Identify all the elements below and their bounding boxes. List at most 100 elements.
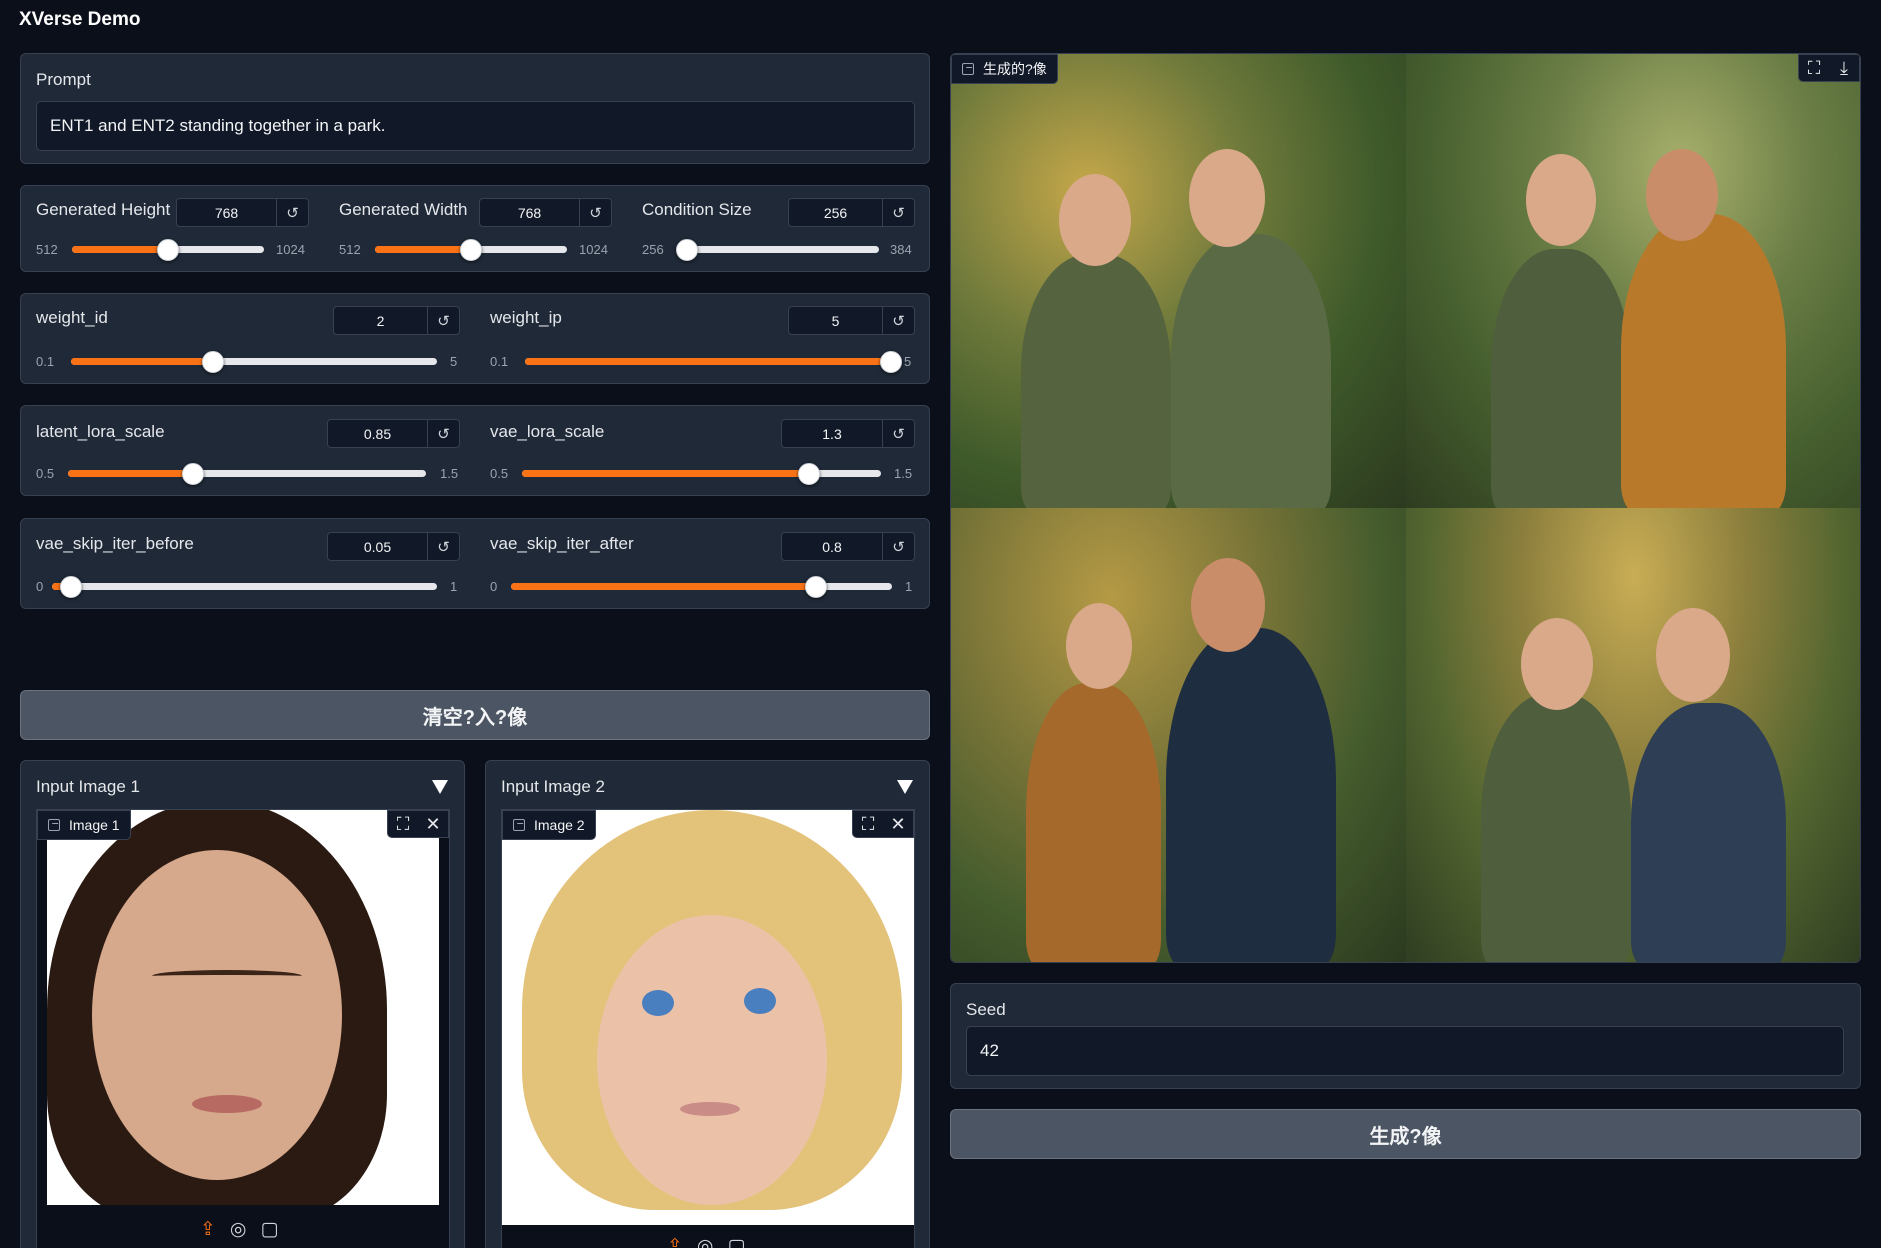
weight-ip-reset-icon[interactable]: ↺ (882, 307, 914, 334)
input-image-1-accordion: Input Image 1 Image 1 ⛶ ✕ ⇪ ◎ ▢ (20, 760, 465, 1248)
clipboard-icon[interactable]: ▢ (728, 1235, 746, 1248)
vae-skip-before-slider-track[interactable] (52, 576, 437, 598)
vae-lora-slider-thumb[interactable] (798, 463, 821, 485)
output-image-2[interactable] (1406, 54, 1860, 508)
vae-skip-after-slider-thumb[interactable] (804, 576, 827, 598)
fullscreen-icon[interactable]: ⛶ (1799, 54, 1829, 82)
vae-skip-before-slider-thumb[interactable] (60, 576, 83, 598)
clear-input-images-button[interactable]: 清空?入?像 (20, 690, 930, 740)
weight-id-reset-icon[interactable]: ↺ (427, 307, 459, 334)
webcam-icon[interactable]: ◎ (230, 1218, 247, 1241)
height-slider-thumb[interactable] (157, 239, 179, 261)
width-label: Generated Width (339, 200, 468, 219)
weight-ip-max: 5 (904, 354, 912, 369)
output-image-4[interactable] (1406, 508, 1860, 962)
height-slider-track[interactable] (72, 239, 264, 261)
vae-skip-before-number-input[interactable]: 0.05 ↺ (327, 532, 460, 561)
condition-value[interactable]: 256 (789, 199, 882, 226)
weight-id-slider-thumb[interactable] (202, 351, 224, 373)
output-gallery[interactable]: 生成的?像 ⛶ ⤓ (950, 53, 1861, 963)
woman-face (1066, 603, 1132, 689)
width-value[interactable]: 768 (480, 199, 579, 226)
vae-skip-after-slider-fill (511, 583, 816, 590)
weight-id-slider-track[interactable] (71, 351, 437, 373)
woman-right-jacket (1631, 703, 1786, 962)
width-reset-icon[interactable]: ↺ (579, 199, 611, 226)
weight-ip-value[interactable]: 5 (789, 307, 882, 334)
latent-lora-number-input[interactable]: 0.85 ↺ (327, 419, 460, 448)
download-icon[interactable]: ⤓ (1829, 54, 1859, 82)
upload-icon[interactable]: ⇪ (667, 1235, 683, 1248)
generate-image-button[interactable]: 生成?像 (950, 1109, 1861, 1159)
close-icon[interactable]: ✕ (883, 810, 913, 838)
vae-lora-slider-track[interactable] (522, 463, 881, 485)
vae-skip-after-slider-track[interactable] (511, 576, 892, 598)
height-label: Generated Height (36, 200, 171, 219)
latent-lora-slider-track[interactable] (68, 463, 426, 485)
clipboard-icon[interactable]: ▢ (261, 1218, 279, 1241)
height-reset-icon[interactable]: ↺ (276, 199, 308, 226)
output-tag: 生成的?像 (951, 54, 1058, 84)
condition-reset-icon[interactable]: ↺ (882, 199, 914, 226)
woman-face (1526, 154, 1596, 246)
height-max: 1024 (276, 242, 305, 257)
fullscreen-icon[interactable]: ⛶ (853, 810, 883, 838)
weight-id-slider-fill (71, 358, 213, 365)
vae-skip-before-reset-icon[interactable]: ↺ (427, 533, 459, 560)
condition-number-input[interactable]: 256 ↺ (788, 198, 915, 227)
latent-lora-slider-thumb[interactable] (182, 463, 205, 485)
upload-icon[interactable]: ⇪ (200, 1218, 216, 1241)
width-max: 1024 (579, 242, 608, 257)
vae-skip-before-value[interactable]: 0.05 (328, 533, 427, 560)
width-number-input[interactable]: 768 ↺ (479, 198, 612, 227)
height-number-input[interactable]: 768 ↺ (176, 198, 309, 227)
close-icon[interactable]: ✕ (418, 810, 448, 838)
vae-skip-before-label: vae_skip_iter_before (36, 534, 194, 553)
vae-skip-sliders-block: vae_skip_iter_before 0.05 ↺ 0 1 vae_skip… (20, 518, 930, 609)
input-image-2-title[interactable]: Input Image 2 (501, 777, 605, 797)
height-min: 512 (36, 242, 58, 257)
input-image-2-panel[interactable]: Image 2 ⛶ ✕ ⇪ ◎ ▢ (501, 809, 915, 1248)
vae-skip-before-min: 0 (36, 579, 44, 594)
image-1-tag: Image 1 (37, 810, 131, 840)
condition-slider-thumb[interactable] (676, 239, 698, 261)
fullscreen-icon[interactable]: ⛶ (388, 810, 418, 838)
vae-skip-after-value[interactable]: 0.8 (782, 533, 882, 560)
condition-slider-track[interactable] (676, 239, 879, 261)
woman-eyes (152, 970, 302, 982)
lora-sliders-block: latent_lora_scale 0.85 ↺ 0.5 1.5 vae_lor… (20, 405, 930, 496)
height-value[interactable]: 768 (177, 199, 276, 226)
seed-input[interactable]: 42 (966, 1026, 1844, 1076)
weight-ip-number-input[interactable]: 5 ↺ (788, 306, 915, 335)
weight-ip-slider-thumb[interactable] (880, 351, 902, 373)
latent-lora-reset-icon[interactable]: ↺ (427, 420, 459, 447)
input-image-2-toggle-icon[interactable] (897, 780, 913, 794)
input-image-1-panel[interactable]: Image 1 ⛶ ✕ ⇪ ◎ ▢ (36, 809, 450, 1248)
width-slider-track[interactable] (375, 239, 567, 261)
webcam-icon[interactable]: ◎ (697, 1235, 714, 1248)
vae-skip-after-number-input[interactable]: 0.8 ↺ (781, 532, 915, 561)
prompt-input[interactable]: ENT1 and ENT2 standing together in a par… (36, 101, 915, 151)
weight-id-value[interactable]: 2 (334, 307, 427, 334)
weight-id-number-input[interactable]: 2 ↺ (333, 306, 460, 335)
output-image-1[interactable] (951, 54, 1406, 508)
input-image-1-title[interactable]: Input Image 1 (36, 777, 140, 797)
woman-right-face (1656, 608, 1730, 702)
vae-lora-value[interactable]: 1.3 (782, 420, 882, 447)
input-image-1-toggle-icon[interactable] (432, 780, 448, 794)
weight-ip-slider-track[interactable] (525, 351, 902, 373)
output-image-3[interactable] (951, 508, 1406, 962)
vae-lora-reset-icon[interactable]: ↺ (882, 420, 914, 447)
latent-lora-value[interactable]: 0.85 (328, 420, 427, 447)
vae-skip-after-reset-icon[interactable]: ↺ (882, 533, 914, 560)
width-slider-thumb[interactable] (460, 239, 482, 261)
vae-skip-after-min: 0 (490, 579, 498, 594)
vae-lora-number-input[interactable]: 1.3 ↺ (781, 419, 915, 448)
latent-lora-min: 0.5 (36, 466, 55, 481)
man-face (1191, 558, 1265, 652)
prompt-label: Prompt (36, 70, 91, 89)
vae-lora-label: vae_lora_scale (490, 422, 605, 441)
image-2-tag: Image 2 (502, 810, 596, 840)
woman-right-jacket (1171, 234, 1331, 508)
vae-skip-before-max: 1 (450, 579, 458, 594)
